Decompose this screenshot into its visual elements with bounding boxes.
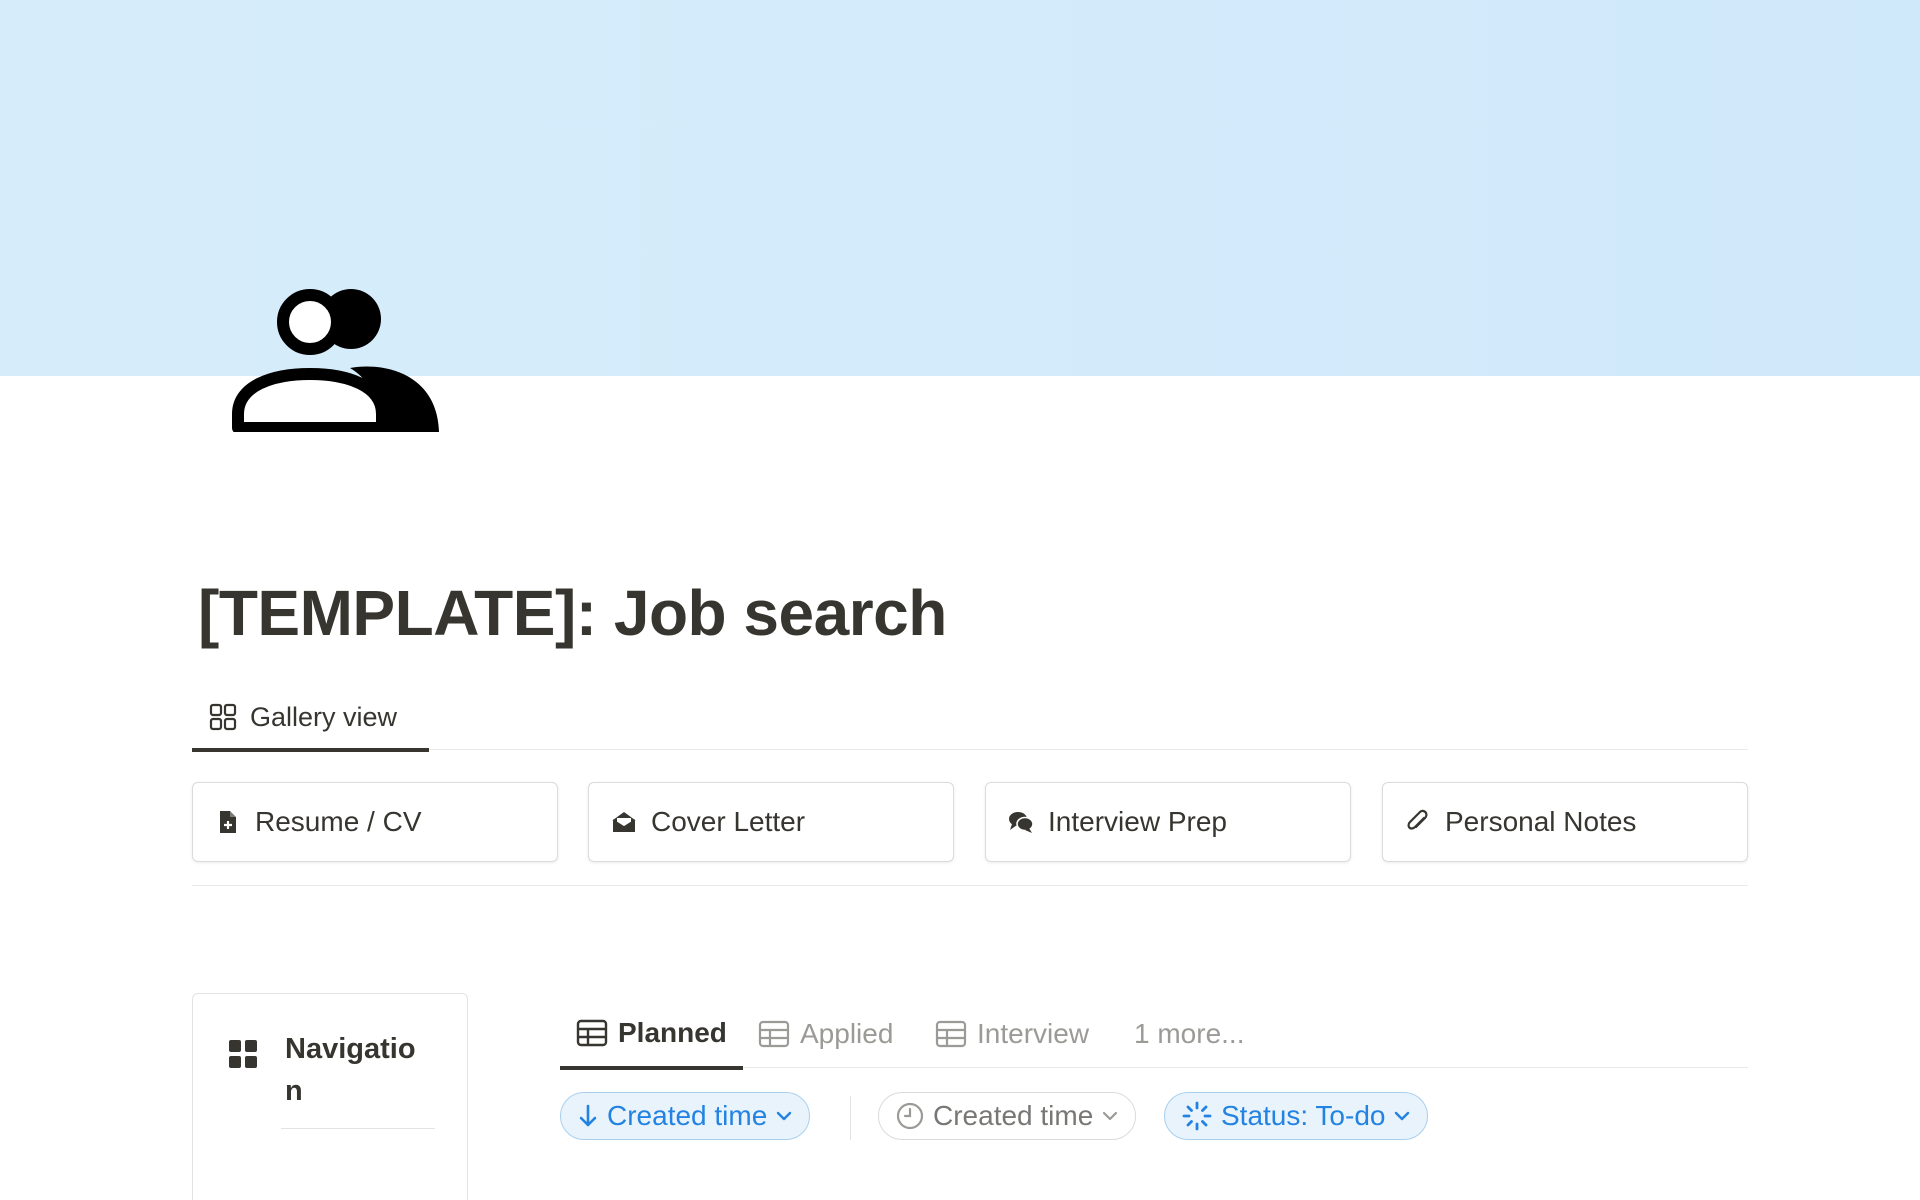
tab-label: Gallery view bbox=[250, 701, 398, 732]
card-title: Resume / CV bbox=[255, 806, 422, 837]
envelope-open-icon bbox=[612, 812, 636, 832]
document-plus-icon bbox=[220, 811, 236, 833]
tab-gallery-view[interactable]: Gallery view bbox=[192, 686, 429, 752]
arrow-down-icon bbox=[579, 1104, 597, 1127]
gallery-card-resume[interactable]: Resume / CV bbox=[192, 782, 558, 862]
sort-chip[interactable]: Created time bbox=[560, 1092, 811, 1140]
divider bbox=[850, 1096, 851, 1140]
database-tab-bar: Planned Applied Interview 1 more... bbox=[560, 1000, 1748, 1070]
divider bbox=[281, 1128, 435, 1129]
filter-bar: Created time Created time Status: To-do bbox=[560, 1092, 1760, 1144]
chevron-down-icon bbox=[1395, 1111, 1410, 1121]
chevron-down-icon bbox=[777, 1111, 792, 1121]
chip-label: Created time bbox=[607, 1100, 768, 1131]
chip-label: Status: To-do bbox=[1221, 1100, 1386, 1131]
view-tab-bar: Gallery view bbox=[192, 686, 1748, 752]
tab-planned[interactable]: Planned bbox=[560, 1000, 743, 1070]
tab-more[interactable]: 1 more... bbox=[1134, 1000, 1244, 1068]
tab-label: Applied bbox=[800, 1018, 894, 1049]
card-title: Interview Prep bbox=[1048, 806, 1227, 837]
clock-icon bbox=[896, 1102, 924, 1130]
gallery-card-cover-letter[interactable]: Cover Letter bbox=[588, 782, 954, 862]
card-title: Personal Notes bbox=[1445, 806, 1637, 837]
card-title: Cover Letter bbox=[651, 806, 806, 837]
paperclip-icon bbox=[1407, 809, 1428, 830]
grid-icon bbox=[229, 1040, 257, 1068]
gallery-icon bbox=[209, 703, 237, 731]
tab-applied[interactable]: Applied bbox=[758, 1000, 893, 1068]
chip-label: Created time bbox=[933, 1100, 1094, 1131]
chevron-down-icon bbox=[1103, 1111, 1118, 1121]
tab-label: 1 more... bbox=[1134, 1018, 1245, 1049]
table-icon bbox=[935, 1020, 967, 1048]
tab-label: Interview bbox=[977, 1018, 1090, 1049]
tab-label: Planned bbox=[618, 1017, 727, 1048]
tab-interview[interactable]: Interview bbox=[935, 1000, 1089, 1068]
people-icon[interactable] bbox=[232, 282, 442, 432]
table-icon bbox=[758, 1020, 790, 1048]
chat-bubbles-icon bbox=[1009, 812, 1034, 833]
gallery-card-personal-notes[interactable]: Personal Notes bbox=[1382, 782, 1748, 862]
status-loading-icon bbox=[1182, 1101, 1212, 1131]
status-filter-chip[interactable]: Status: To-do bbox=[1164, 1092, 1429, 1140]
gallery-card-interview-prep[interactable]: Interview Prep bbox=[985, 782, 1351, 862]
navigation-block[interactable]: Navigation bbox=[192, 993, 468, 1200]
gallery: Resume / CV Cover Letter Interview Prep … bbox=[192, 782, 1748, 886]
navigation-title: Navigation bbox=[285, 1033, 416, 1107]
table-icon bbox=[576, 1019, 608, 1047]
page-title[interactable]: [TEMPLATE]: Job search bbox=[198, 576, 947, 650]
created-time-filter-chip[interactable]: Created time bbox=[878, 1092, 1137, 1140]
